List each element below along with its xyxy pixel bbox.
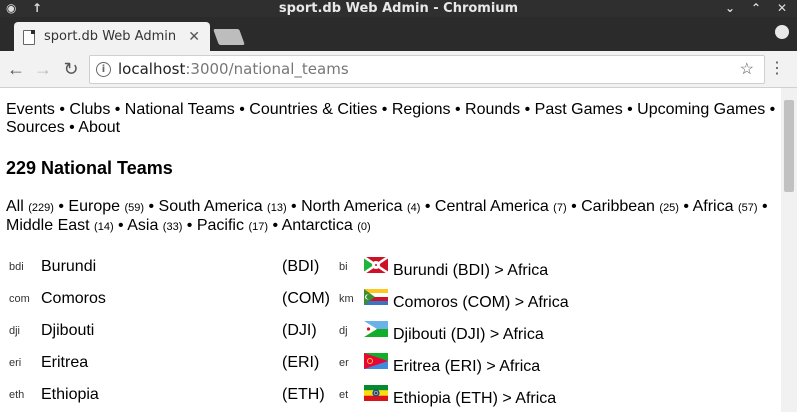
window-titlebar: ◉ ↑ sport.db Web Admin - Chromium ⌄ ⌃ ✕ xyxy=(0,0,797,17)
country-code: km xyxy=(339,293,354,305)
separator: • xyxy=(286,198,302,215)
back-icon[interactable]: ← xyxy=(6,51,26,87)
forward-icon[interactable]: → xyxy=(33,51,53,87)
team-code: bdi xyxy=(9,261,24,273)
minimize-icon[interactable]: ⌄ xyxy=(725,0,735,17)
close-window-icon[interactable]: ✕ xyxy=(777,0,787,17)
separator: • xyxy=(678,198,693,215)
region-count: (229) xyxy=(28,202,54,214)
team-abbr: (ERI) xyxy=(282,354,320,371)
team-row: eth Ethiopia (ETH) et Ethiopia (ETH) > Afric… xyxy=(0,384,781,412)
region-count: (14) xyxy=(94,221,114,233)
region-count: (7) xyxy=(553,202,567,214)
scrollbar[interactable] xyxy=(781,88,797,412)
separator: • xyxy=(757,198,768,215)
team-name-link[interactable]: Comoros xyxy=(41,288,106,310)
separator: • xyxy=(566,198,582,215)
team-abbr: (DJI) xyxy=(282,322,317,339)
info-icon[interactable]: i xyxy=(96,62,111,77)
menu-icon[interactable]: ⋮ xyxy=(769,51,785,87)
separator: • xyxy=(420,198,435,215)
url-text[interactable]: localhost:3000/national_teams xyxy=(118,56,349,83)
new-tab-button[interactable] xyxy=(213,29,245,45)
reload-icon[interactable]: ↻ xyxy=(61,51,81,87)
maximize-icon[interactable]: ⌃ xyxy=(751,0,761,17)
tab-active[interactable]: sport.db Web Admin ✕ xyxy=(14,22,210,51)
team-code: eri xyxy=(9,357,22,369)
country-link[interactable]: Burundi (BDI) > Africa xyxy=(393,260,548,282)
separator: • xyxy=(182,217,197,234)
comoros-flag-icon xyxy=(364,289,388,305)
region-count: (59) xyxy=(124,202,145,214)
address-bar[interactable]: i localhost:3000/national_teams ☆ xyxy=(89,55,765,84)
team-row: eri Eritrea (ERI) er Eritrea (ERI) > Africa xyxy=(0,352,781,384)
ethiopia-flag-icon xyxy=(364,385,388,401)
browser-toolbar: ← → ↻ i localhost:3000/national_teams ☆ … xyxy=(0,51,797,88)
team-name-link[interactable]: Djibouti xyxy=(41,320,94,342)
profile-icon[interactable] xyxy=(775,25,789,39)
region-count: (0) xyxy=(357,221,371,233)
region-link[interactable]: Caribbean xyxy=(581,198,655,215)
team-row: bdi Burundi (BDI) bi Burundi (BDI) > Africa xyxy=(0,256,781,288)
separator: • xyxy=(268,217,282,234)
country-code: et xyxy=(339,389,349,401)
region-link[interactable]: Asia xyxy=(127,217,158,234)
team-code: dji xyxy=(9,325,21,337)
page-content: Events • Clubs • National Teams • Countr… xyxy=(0,88,781,412)
region-link[interactable]: North America xyxy=(301,198,402,215)
team-code: eth xyxy=(9,389,25,401)
region-count: (33) xyxy=(162,221,183,233)
team-row: com Comoros (COM) km Comoros (COM) > Africa xyxy=(0,288,781,320)
team-code: com xyxy=(9,293,30,305)
tab-strip: sport.db Web Admin ✕ xyxy=(0,17,797,51)
team-row: dji Djibouti (DJI) dj Djibouti (DJI) > Afric… xyxy=(0,320,781,352)
team-abbr: (ETH) xyxy=(282,386,325,403)
region-link[interactable]: Central America xyxy=(435,198,549,215)
separator: • xyxy=(113,217,128,234)
region-count: (13) xyxy=(267,202,287,214)
scrollbar-thumb[interactable] xyxy=(784,100,794,192)
page-icon xyxy=(23,30,35,45)
page-title: 229 National Teams xyxy=(6,158,173,178)
region-count: (57) xyxy=(737,202,758,214)
separator: • xyxy=(144,198,159,215)
country-code: dj xyxy=(339,325,348,337)
country-code: er xyxy=(339,357,349,369)
region-count: (17) xyxy=(248,221,268,233)
window-title: sport.db Web Admin - Chromium xyxy=(278,1,519,16)
eritrea-flag-icon xyxy=(364,353,388,369)
team-abbr: (COM) xyxy=(282,290,330,307)
region-link[interactable]: Africa xyxy=(693,198,734,215)
country-code: bi xyxy=(339,261,348,273)
region-link[interactable]: South America xyxy=(159,198,263,215)
close-tab-icon[interactable]: ✕ xyxy=(188,22,200,51)
region-link[interactable]: All xyxy=(6,198,24,215)
region-filter: All (229) • Europe (59) • South America … xyxy=(6,198,776,236)
country-link[interactable]: Eritrea (ERI) > Africa xyxy=(393,356,540,378)
separator: • xyxy=(53,198,69,215)
team-abbr: (BDI) xyxy=(282,258,320,275)
team-name-link[interactable]: Ethiopia xyxy=(41,384,99,406)
site-nav[interactable]: Events • Clubs • National Teams • Countr… xyxy=(6,101,776,137)
country-link[interactable]: Ethiopia (ETH) > Africa xyxy=(393,388,556,410)
burundi-flag-icon xyxy=(364,257,388,273)
country-link[interactable]: Comoros (COM) > Africa xyxy=(393,292,569,314)
country-link[interactable]: Djibouti (DJI) > Africa xyxy=(393,324,544,346)
team-name-link[interactable]: Burundi xyxy=(41,256,96,278)
djibouti-flag-icon xyxy=(364,321,388,337)
region-count: (4) xyxy=(406,202,421,214)
region-count: (25) xyxy=(659,202,679,214)
bookmark-star-icon[interactable]: ☆ xyxy=(740,56,754,83)
region-link[interactable]: Middle East xyxy=(6,217,90,234)
region-link[interactable]: Pacific xyxy=(197,217,244,234)
team-name-link[interactable]: Eritrea xyxy=(41,352,88,374)
tab-label: sport.db Web Admin xyxy=(44,29,177,44)
region-link[interactable]: Antarctica xyxy=(282,217,353,234)
region-link[interactable]: Europe xyxy=(68,198,120,215)
